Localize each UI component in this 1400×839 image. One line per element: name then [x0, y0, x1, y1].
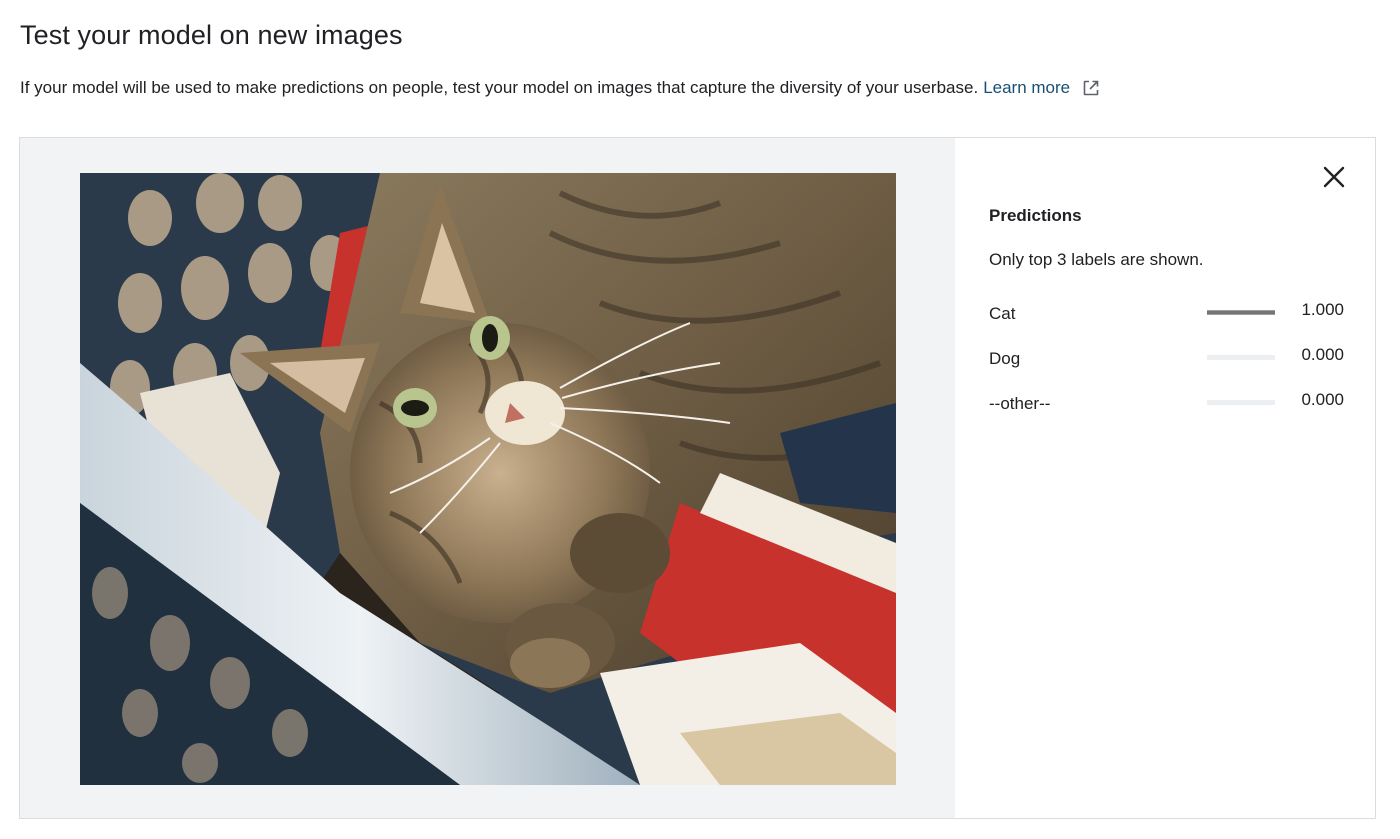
- prediction-score-bar: [1207, 355, 1275, 360]
- prediction-score: 0.000: [1301, 345, 1344, 364]
- prediction-score-bar: [1207, 400, 1275, 405]
- prediction-score: 0.000: [1301, 390, 1344, 409]
- open-in-new-icon: [1082, 79, 1100, 97]
- page-title: Test your model on new images: [20, 20, 403, 50]
- prediction-row: Dog 0.000: [989, 345, 1344, 390]
- prediction-row: --other-- 0.000: [989, 390, 1344, 435]
- prediction-score-bar: [1207, 310, 1275, 315]
- close-button[interactable]: [1321, 166, 1347, 192]
- prediction-row: Cat 1.000: [989, 300, 1344, 345]
- prediction-score-bar-fill: [1207, 310, 1275, 315]
- predictions-heading: Predictions: [989, 206, 1082, 225]
- predictions-list: Cat 1.000 Dog 0.000 --other-- 0.000: [989, 300, 1344, 435]
- prediction-label: Dog: [989, 349, 1021, 368]
- learn-more-link[interactable]: Learn more: [983, 78, 1100, 98]
- uploaded-image: [80, 173, 896, 785]
- page-description: If your model will be used to make predi…: [20, 78, 1100, 98]
- predictions-pane: Predictions Only top 3 labels are shown.…: [955, 138, 1375, 818]
- prediction-panel: Predictions Only top 3 labels are shown.…: [19, 137, 1376, 819]
- image-preview-area: [20, 138, 955, 818]
- description-text: If your model will be used to make predi…: [20, 78, 979, 97]
- test-model-page: Test your model on new images If your mo…: [0, 0, 1400, 839]
- learn-more-label: Learn more: [983, 78, 1071, 97]
- prediction-score: 1.000: [1301, 300, 1344, 319]
- close-icon: [1323, 166, 1345, 193]
- prediction-label: --other--: [989, 394, 1051, 413]
- predictions-note: Only top 3 labels are shown.: [989, 250, 1204, 269]
- prediction-label: Cat: [989, 304, 1016, 323]
